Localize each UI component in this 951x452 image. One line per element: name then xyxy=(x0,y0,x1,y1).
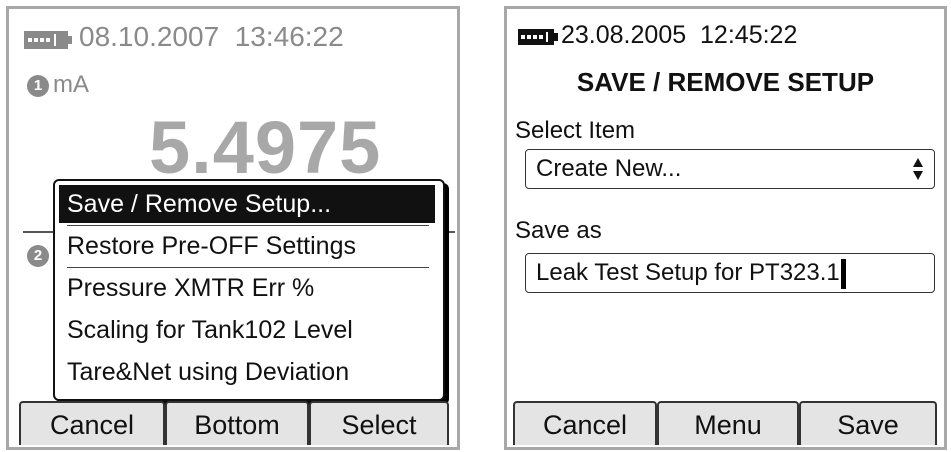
bottom-softkey[interactable]: Bottom xyxy=(165,401,309,445)
text-cursor xyxy=(840,258,846,289)
softkey-bar: Cancel Bottom Select xyxy=(9,401,457,447)
status-date: 08.10.2007 xyxy=(79,21,220,52)
battery-icon xyxy=(24,31,72,49)
cancel-softkey[interactable]: Cancel xyxy=(513,401,657,445)
calibrator-screen-save-setup: 23.08.2005 12:45:22 SAVE / REMOVE SETUP … xyxy=(504,6,947,450)
channel-1-unit: mA xyxy=(53,71,89,98)
status-date: 23.08.2005 xyxy=(561,21,687,49)
select-item-value: Create New... xyxy=(536,155,682,182)
status-bar: 23.08.2005 12:45:22 xyxy=(507,9,944,63)
channel-1-badge: 1 xyxy=(27,75,49,97)
select-softkey[interactable]: Select xyxy=(309,401,449,445)
menu-item-tare-net[interactable]: Tare&Net using Deviation xyxy=(59,353,435,391)
channel-divider-right xyxy=(449,231,455,233)
status-datetime: 23.08.2005 12:45:22 xyxy=(561,21,797,50)
menu-softkey[interactable]: Menu xyxy=(657,401,799,445)
battery-icon xyxy=(518,29,558,45)
page-title: SAVE / REMOVE SETUP xyxy=(576,67,875,97)
menu-separator xyxy=(67,225,429,226)
channel-divider xyxy=(23,231,57,233)
menu-item-scaling-tank102[interactable]: Scaling for Tank102 Level xyxy=(59,311,435,349)
channel-1-reading: 5.4975 xyxy=(149,106,382,189)
status-bar: 08.10.2007 13:46:22 xyxy=(9,9,457,63)
menu-item-save-remove-setup[interactable]: Save / Remove Setup... xyxy=(59,185,435,223)
setup-popup-menu: Save / Remove Setup... Restore Pre-OFF S… xyxy=(53,179,445,401)
calibrator-screen-menu: 08.10.2007 13:46:22 1 mA 5.4975 2 Save /… xyxy=(6,6,460,450)
select-item-label: Select Item xyxy=(515,117,636,144)
status-time: 13:46:22 xyxy=(234,21,344,52)
select-item-dropdown[interactable]: Create New... xyxy=(525,149,935,189)
save-softkey[interactable]: Save xyxy=(799,401,937,445)
save-as-label: Save as xyxy=(515,217,602,244)
softkey-bar: Cancel Menu Save xyxy=(507,401,944,447)
status-time: 12:45:22 xyxy=(700,21,798,49)
channel-2-badge: 2 xyxy=(27,245,49,267)
menu-item-pressure-xmtr[interactable]: Pressure XMTR Err % xyxy=(59,269,435,307)
up-down-spinner-icon[interactable] xyxy=(912,157,924,181)
save-as-value: Leak Test Setup for PT323.1 xyxy=(536,259,840,286)
menu-separator xyxy=(67,267,429,268)
save-as-input[interactable]: Leak Test Setup for PT323.1 xyxy=(525,253,935,293)
status-datetime: 08.10.2007 13:46:22 xyxy=(79,21,344,53)
menu-item-restore-pre-off[interactable]: Restore Pre-OFF Settings xyxy=(59,227,435,265)
cancel-softkey[interactable]: Cancel xyxy=(19,401,165,445)
